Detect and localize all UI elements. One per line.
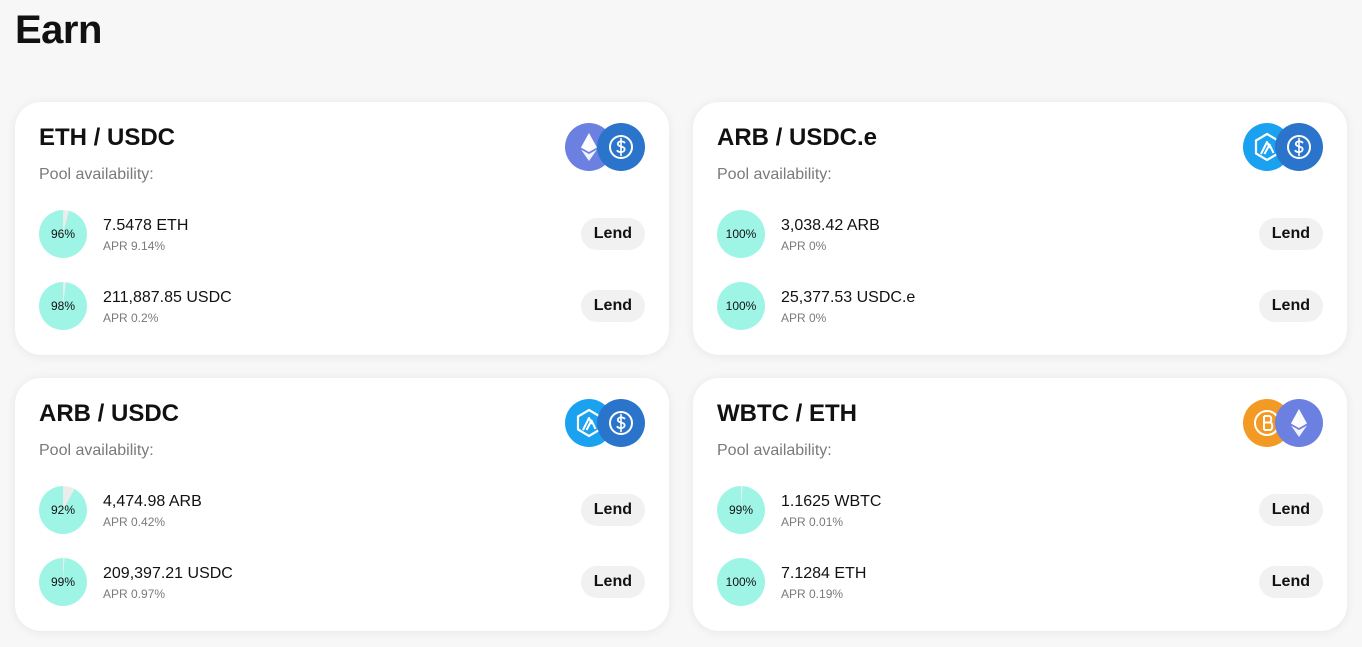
pool-title: ARB / USDC xyxy=(39,400,180,427)
pool-availability-label: Pool availability: xyxy=(717,442,832,459)
asset-apr: APR 0% xyxy=(781,311,827,325)
usdc-icon xyxy=(1275,123,1323,171)
availability-percent: 99% xyxy=(50,575,76,589)
availability-percent: 100% xyxy=(725,575,757,589)
asset-row-usdc: 99% 209,397.21 USDC APR 0.97% Lend xyxy=(39,558,645,606)
pool-card-arb-usdce: ARB / USDC.e Pool availability: 100% 3,0… xyxy=(693,102,1347,355)
asset-apr: APR 0.97% xyxy=(103,587,166,601)
asset-amount: 7.1284 ETH xyxy=(781,565,867,582)
availability-percent: 100% xyxy=(725,299,757,313)
asset-apr: APR 0.19% xyxy=(781,587,844,601)
asset-row-wbtc: 99% 1.1625 WBTC APR 0.01% Lend xyxy=(717,486,1323,534)
pool-card-arb-usdc: ARB / USDC Pool availability: 92% 4,474.… xyxy=(15,378,669,631)
asset-row-usdc: 98% 211,887.85 USDC APR 0.2% Lend xyxy=(39,282,645,330)
asset-amount: 3,038.42 ARB xyxy=(781,217,880,234)
asset-amount: 209,397.21 USDC xyxy=(103,565,233,582)
lend-usdce-button[interactable]: Lend xyxy=(1258,290,1323,322)
token-pair-icons xyxy=(1243,399,1323,447)
asset-apr: APR 0% xyxy=(781,239,827,253)
ethereum-icon xyxy=(1275,399,1323,447)
pool-card-wbtc-eth: WBTC / ETH Pool availability: 99% 1.1625… xyxy=(693,378,1347,631)
asset-apr: APR 9.14% xyxy=(103,239,166,253)
availability-percent: 100% xyxy=(725,227,757,241)
lend-arb-button[interactable]: Lend xyxy=(1258,218,1323,250)
availability-percent: 92% xyxy=(50,503,76,517)
asset-row-arb: 100% 3,038.42 ARB APR 0% Lend xyxy=(717,210,1323,258)
asset-amount: 25,377.53 USDC.e xyxy=(781,289,916,306)
availability-percent: 99% xyxy=(728,503,754,517)
availability-percent: 96% xyxy=(50,227,76,241)
asset-row-usdce: 100% 25,377.53 USDC.e APR 0% Lend xyxy=(717,282,1323,330)
asset-row-arb: 92% 4,474.98 ARB APR 0.42% Lend xyxy=(39,486,645,534)
lend-wbtc-button[interactable]: Lend xyxy=(1258,494,1323,526)
asset-amount: 1.1625 WBTC xyxy=(781,493,882,510)
pool-grid: ETH / USDC Pool availability: 96% 7.5478… xyxy=(15,102,1347,631)
usdc-icon xyxy=(597,399,645,447)
asset-apr: APR 0.01% xyxy=(781,515,844,529)
token-pair-icons xyxy=(565,123,645,171)
asset-apr: APR 0.2% xyxy=(103,311,159,325)
asset-apr: APR 0.42% xyxy=(103,515,166,529)
pool-title: WBTC / ETH xyxy=(717,400,857,427)
pool-card-eth-usdc: ETH / USDC Pool availability: 96% 7.5478… xyxy=(15,102,669,355)
lend-eth-button[interactable]: Lend xyxy=(580,218,645,250)
usdc-icon xyxy=(597,123,645,171)
pool-availability-label: Pool availability: xyxy=(717,166,832,183)
lend-usdc-button[interactable]: Lend xyxy=(580,290,645,322)
asset-amount: 4,474.98 ARB xyxy=(103,493,202,510)
page-title: Earn xyxy=(15,8,102,52)
asset-amount: 7.5478 ETH xyxy=(103,217,189,234)
pool-title: ARB / USDC.e xyxy=(717,124,878,151)
pool-title: ETH / USDC xyxy=(39,124,176,151)
pool-availability-label: Pool availability: xyxy=(39,442,154,459)
lend-usdc-button[interactable]: Lend xyxy=(580,566,645,598)
token-pair-icons xyxy=(565,399,645,447)
lend-eth-button[interactable]: Lend xyxy=(1258,566,1323,598)
asset-row-eth: 96% 7.5478 ETH APR 9.14% Lend xyxy=(39,210,645,258)
pool-availability-label: Pool availability: xyxy=(39,166,154,183)
token-pair-icons xyxy=(1243,123,1323,171)
availability-percent: 98% xyxy=(50,299,76,313)
lend-arb-button[interactable]: Lend xyxy=(580,494,645,526)
asset-amount: 211,887.85 USDC xyxy=(103,289,232,306)
asset-row-eth: 100% 7.1284 ETH APR 0.19% Lend xyxy=(717,558,1323,606)
